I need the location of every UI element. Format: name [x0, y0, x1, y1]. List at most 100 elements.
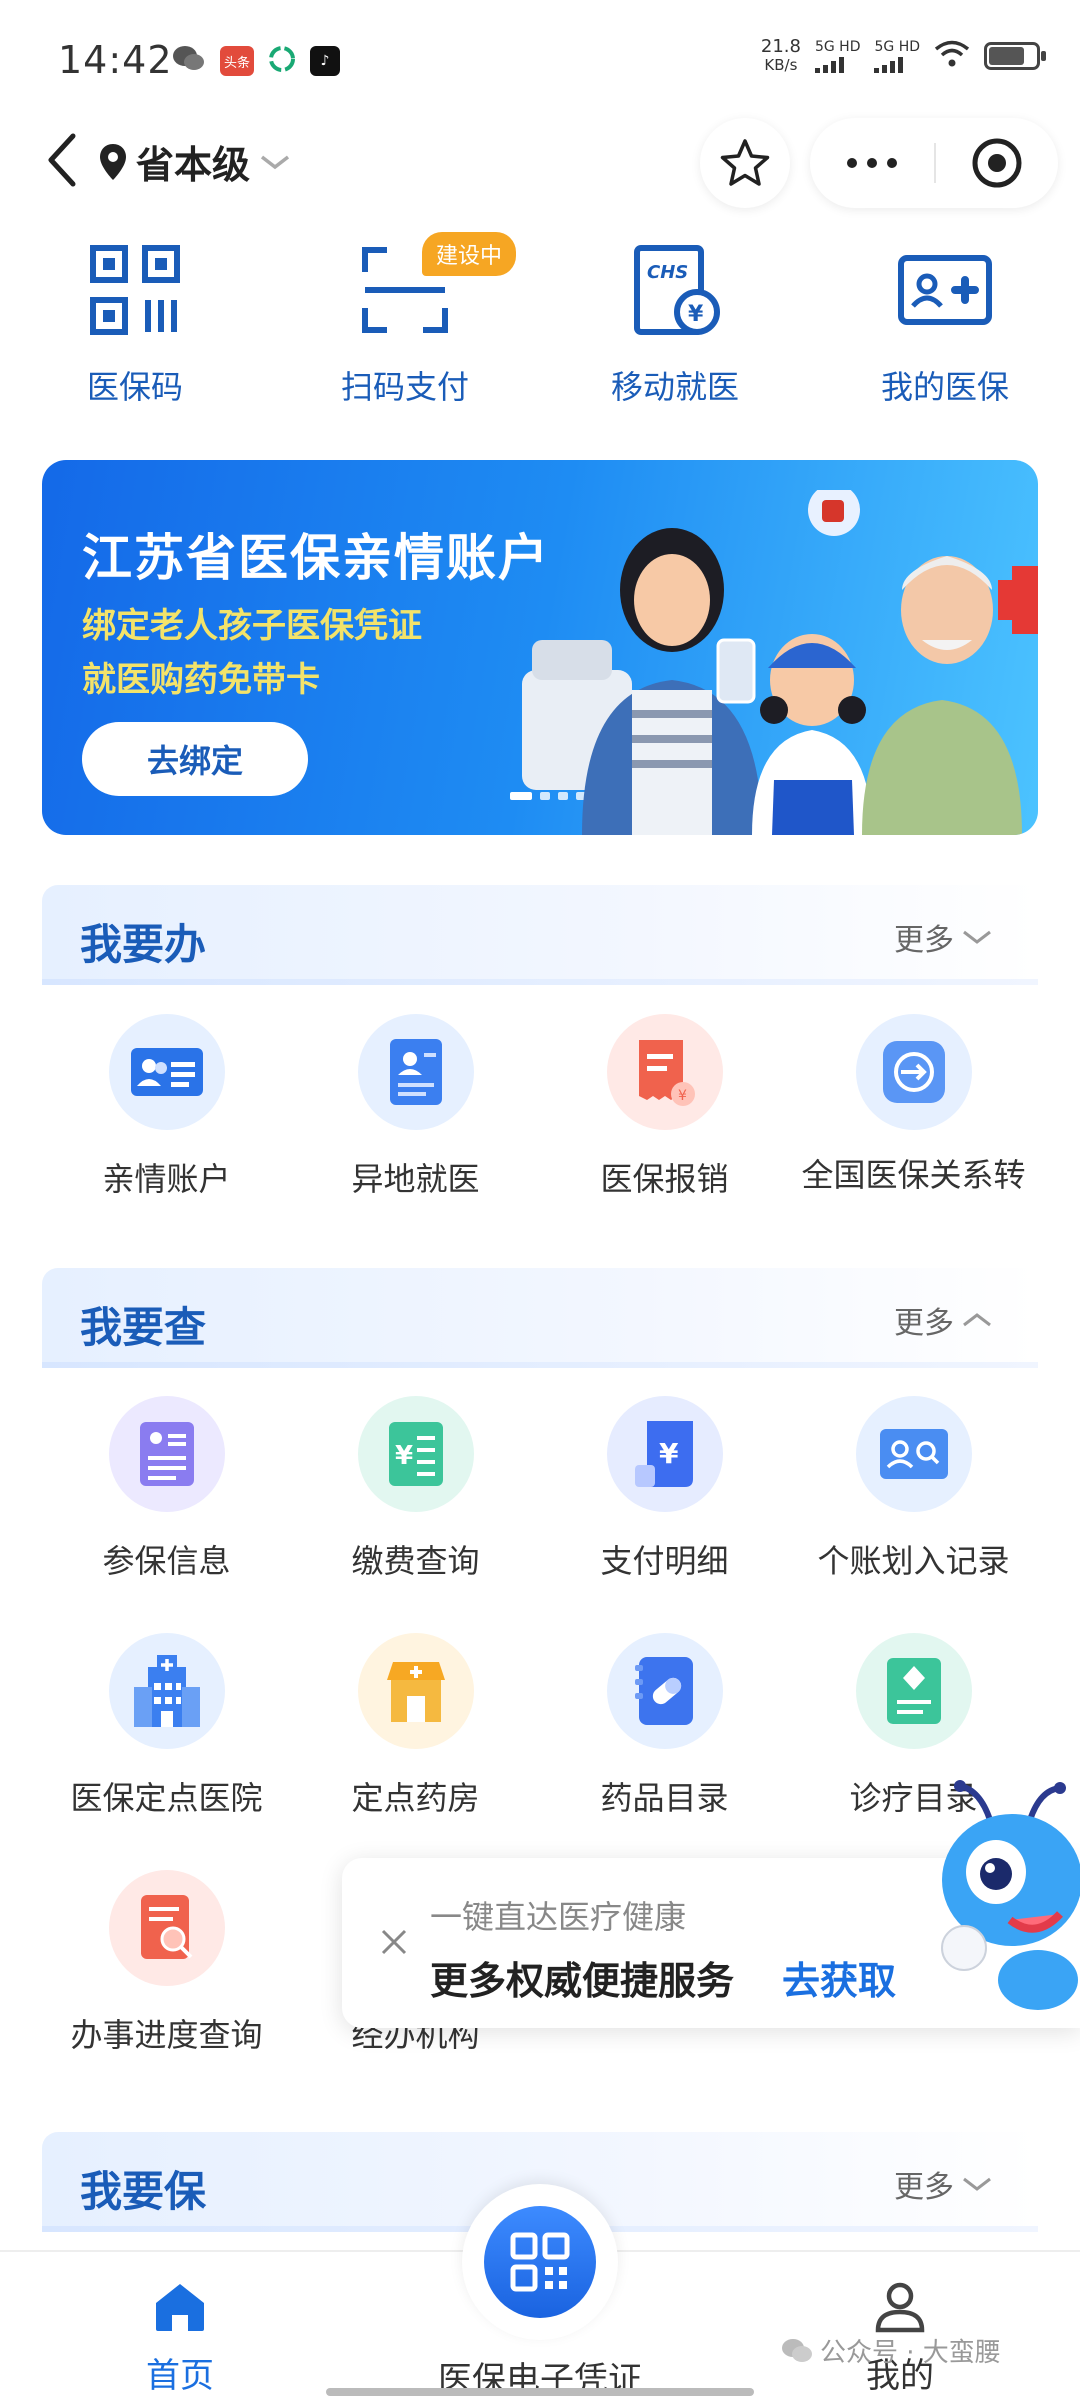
close-icon — [381, 1929, 407, 1955]
promo-subtitle: 一键直达医疗健康 — [430, 1898, 687, 1936]
query-services-row-1: 参保信息 ¥ 缴费查询 ¥ 支付明细 个账划入记录 — [0, 1396, 1080, 1582]
mascot-icon — [941, 1780, 1080, 2010]
wechat-icon — [172, 44, 206, 78]
service-progress-query[interactable]: 办事进度查询 — [42, 1870, 291, 2056]
status-app-icons: 头条 ♪ — [172, 44, 340, 78]
home-icon — [153, 2274, 207, 2340]
back-button[interactable] — [36, 128, 86, 192]
drug-catalog-icon — [606, 1633, 723, 1749]
chs-card-icon: CHS ¥ — [625, 240, 725, 340]
handle-services: 亲情账户 异地就医 ¥ 医保报销 全国医保关系转移 — [0, 1014, 1080, 1200]
section-title: 我要保 — [80, 2167, 207, 2216]
quick-shortcuts: 医保码 建设中 扫码支付 CHS ¥ 移动就医 我的医保 — [0, 232, 1080, 420]
section-title: 我要办 — [80, 920, 207, 969]
progress-query-icon — [108, 1870, 225, 1986]
status-time: 14:42 — [58, 38, 173, 82]
pharmacy-icon — [357, 1633, 474, 1749]
network-speed: 21.8 KB/s — [760, 36, 801, 75]
reimbursement-icon: ¥ — [606, 1014, 723, 1130]
service-insurance-info[interactable]: 参保信息 — [42, 1396, 291, 1582]
transfer-icon — [855, 1014, 972, 1130]
wifi-icon — [934, 40, 970, 72]
close-miniprogram-button[interactable] — [936, 136, 1058, 190]
promo-title: 更多权威便捷服务 — [430, 1959, 735, 2003]
qr-code-icon — [85, 240, 185, 340]
medical-card-icon — [895, 240, 995, 340]
more-button[interactable]: 更多 — [894, 915, 994, 959]
tiktok-icon: ♪ — [310, 46, 340, 76]
insurance-info-icon — [108, 1396, 225, 1512]
banner-subtitle-1: 绑定老人孩子医保凭证 — [82, 606, 422, 646]
star-icon — [720, 139, 770, 186]
toutiao-icon: 头条 — [220, 46, 254, 76]
payment-query-icon: ¥ — [357, 1396, 474, 1512]
shortcut-medical-code[interactable]: 医保码 — [0, 240, 270, 420]
promo-get-button[interactable]: 去获取 — [782, 1950, 896, 2005]
watermark: 公众号 · 大蛮腰 — [780, 2332, 1001, 2369]
service-remote-medical[interactable]: 异地就医 — [291, 1014, 540, 1200]
payment-detail-icon: ¥ — [606, 1396, 723, 1512]
battery-icon — [984, 42, 1046, 70]
service-transfer[interactable]: 全国医保关系转移 — [789, 1014, 1038, 1200]
signal-sim1: 5G HD — [814, 40, 860, 73]
more-button[interactable]: 更多 — [894, 1298, 994, 1342]
service-pharmacy[interactable]: 定点药房 — [291, 1633, 540, 1819]
more-menu-button[interactable] — [810, 158, 934, 168]
building-badge: 建设中 — [422, 232, 517, 276]
chevron-down-icon — [963, 930, 991, 944]
close-button[interactable] — [362, 1910, 426, 1974]
service-payment-query[interactable]: ¥ 缴费查询 — [291, 1396, 540, 1582]
qr-code-icon — [484, 2206, 596, 2318]
section-handle-header: 我要办 更多 — [42, 885, 1038, 985]
bind-button[interactable]: 去绑定 — [82, 722, 308, 796]
status-indicators: 21.8 KB/s 5G HD 5G HD — [760, 36, 1046, 75]
recycle-icon — [268, 45, 296, 77]
location-pin-icon — [100, 143, 126, 180]
treatment-catalog-icon — [855, 1633, 972, 1749]
signal-sim2: 5G HD — [874, 40, 920, 73]
service-account-record[interactable]: 个账划入记录 — [789, 1396, 1038, 1582]
hospital-icon — [108, 1633, 225, 1749]
svg-text:¥: ¥ — [659, 1437, 679, 1470]
shortcut-scan-pay[interactable]: 建设中 扫码支付 — [270, 232, 540, 420]
section-title: 我要查 — [80, 1303, 207, 1352]
miniprogram-capsule — [810, 118, 1058, 208]
more-button[interactable]: 更多 — [894, 2162, 994, 2206]
svg-text:CHS: CHS — [647, 262, 688, 283]
target-icon — [972, 138, 1022, 188]
svg-text:¥: ¥ — [688, 302, 704, 327]
service-drug-catalog[interactable]: 药品目录 — [540, 1633, 789, 1819]
shortcut-mobile-medical[interactable]: CHS ¥ 移动就医 — [540, 240, 810, 420]
user-icon — [873, 2274, 927, 2340]
nav-bar: 省本级 — [0, 110, 1080, 210]
svg-text:¥: ¥ — [395, 1441, 413, 1471]
medical-e-voucher-button[interactable] — [462, 2184, 618, 2340]
wechat-icon — [782, 2338, 812, 2362]
banner-title: 江苏省医保亲情账户 — [82, 529, 550, 587]
status-bar: 14:42 头条 ♪ 21.8 KB/s 5G HD 5G HD — [0, 0, 1080, 120]
family-account-icon — [108, 1014, 225, 1130]
family-illustration — [522, 490, 1038, 835]
svg-text:¥: ¥ — [678, 1088, 687, 1104]
tab-mine[interactable]: 我的 — [830, 2252, 970, 2400]
shortcut-my-insurance[interactable]: 我的医保 — [810, 240, 1080, 420]
location-name: 省本级 — [136, 143, 251, 187]
chevron-up-icon — [963, 1313, 991, 1327]
chevron-left-icon — [48, 133, 76, 187]
service-family-account[interactable]: 亲情账户 — [42, 1014, 291, 1200]
favorite-button[interactable] — [700, 118, 790, 208]
section-query-header: 我要查 更多 — [42, 1268, 1038, 1368]
service-payment-detail[interactable]: ¥ 支付明细 — [540, 1396, 789, 1582]
chevron-down-icon — [260, 155, 290, 169]
service-reimbursement[interactable]: ¥ 医保报销 — [540, 1014, 789, 1200]
service-hospital[interactable]: 医保定点医院 — [42, 1633, 291, 1819]
chevron-down-icon — [963, 2177, 991, 2191]
home-indicator[interactable] — [326, 2388, 754, 2396]
tab-home[interactable]: 首页 — [110, 2252, 250, 2400]
banner-subtitle-2: 就医购药免带卡 — [82, 660, 320, 700]
remote-medical-icon — [357, 1014, 474, 1130]
query-services-row-2: 医保定点医院 定点药房 药品目录 诊疗目录 — [0, 1633, 1080, 1819]
family-account-banner[interactable]: 江苏省医保亲情账户 绑定老人孩子医保凭证 就医购药免带卡 去绑定 — [42, 460, 1038, 835]
location-selector[interactable]: 省本级 — [98, 134, 292, 189]
account-record-icon — [855, 1396, 972, 1512]
